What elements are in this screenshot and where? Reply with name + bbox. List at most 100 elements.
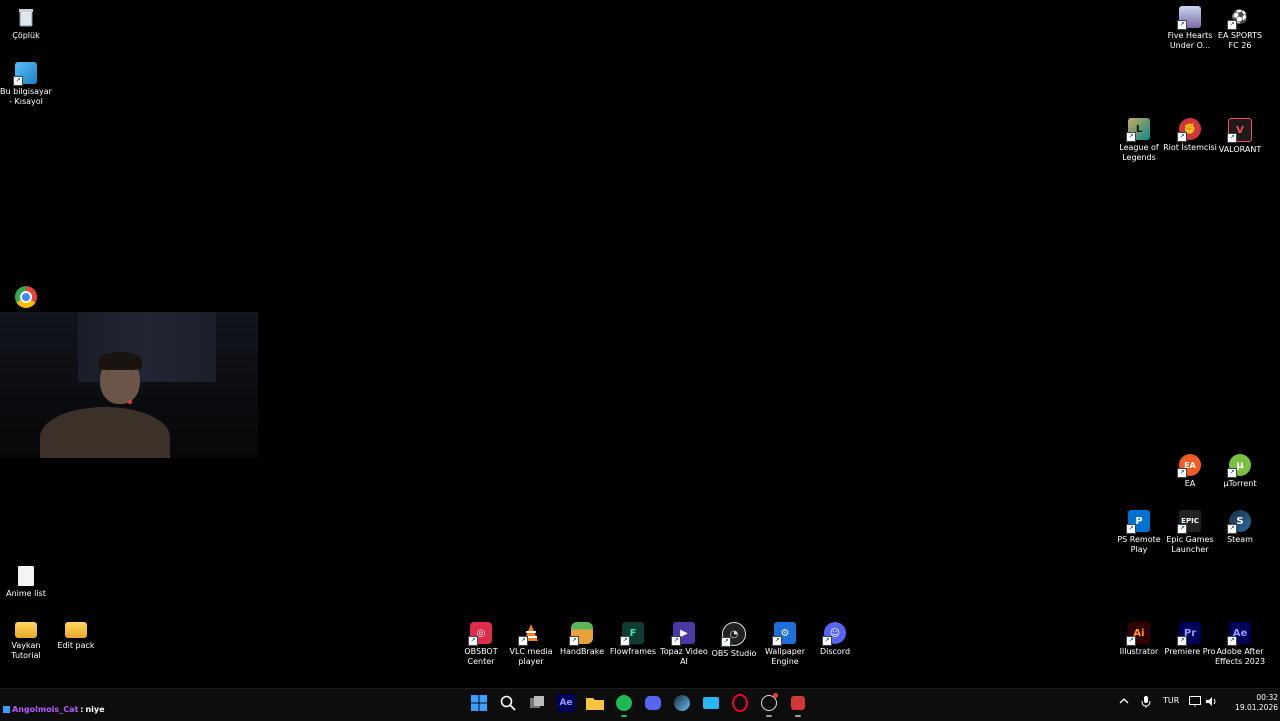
- opera-icon: [732, 694, 748, 712]
- wallpaper-engine-shortcut[interactable]: ⚙ ↗ Wallpaper Engine: [759, 622, 811, 667]
- valorant-icon: V ↗: [1227, 118, 1252, 143]
- pineapple-icon: ↗: [569, 622, 593, 646]
- show-hidden-icons-button[interactable]: [1119, 696, 1129, 706]
- notification-dot: [773, 693, 778, 698]
- edit-pack-label: Edit pack: [57, 641, 95, 650]
- chrome-shortcut[interactable]: [0, 286, 52, 308]
- taskbar-discord[interactable]: [642, 692, 664, 714]
- webcam-red-light: [128, 400, 132, 404]
- network-button[interactable]: [1189, 696, 1201, 707]
- topaz-icon: ▶ ↗: [671, 622, 695, 646]
- anime-game-icon: ↗: [1177, 6, 1201, 30]
- start-button[interactable]: [468, 692, 490, 714]
- clock-date: 19.01.2026: [1235, 703, 1278, 712]
- after-effects-shortcut[interactable]: Ae ↗ Adobe After Effects 2023: [1214, 622, 1266, 667]
- epic-games-label: Epic Games Launcher: [1166, 535, 1214, 554]
- taskbar-remote-desktop[interactable]: [700, 692, 722, 714]
- obsbot-label: OBSBOT Center: [464, 647, 498, 666]
- search-icon: [500, 695, 516, 711]
- discord-icon: [645, 696, 661, 710]
- webcam-person-body: [40, 407, 170, 458]
- this-pc-shortcut[interactable]: ↗ Bu bilgisayar - Kısayol: [0, 62, 52, 107]
- this-pc-label: Bu bilgisayar - Kısayol: [0, 87, 52, 106]
- speaker-icon: [1206, 697, 1216, 706]
- folder-icon: [586, 698, 604, 710]
- edit-pack-folder[interactable]: Edit pack: [50, 622, 102, 651]
- epic-games-icon: EPIC ↗: [1177, 510, 1201, 534]
- premiere-pro-label: Premiere Pro: [1164, 647, 1216, 656]
- illustrator-shortcut[interactable]: Ai ↗ Illustrator: [1113, 622, 1165, 657]
- valorant-shortcut[interactable]: V ↗ VALORANT: [1214, 118, 1266, 155]
- obs-studio-shortcut[interactable]: ◔ ↗ OBS Studio: [708, 622, 760, 659]
- chrome-icon: [15, 286, 37, 308]
- text-file-icon: [18, 566, 34, 586]
- taskbar-obs[interactable]: [758, 692, 780, 717]
- epic-games-shortcut[interactable]: EPIC ↗ Epic Games Launcher: [1164, 510, 1216, 555]
- flowframes-shortcut[interactable]: F ↗ Flowframes: [607, 622, 659, 657]
- discord-label: Discord: [819, 647, 851, 656]
- folder-icon: [15, 622, 37, 638]
- utorrent-icon: µ ↗: [1227, 454, 1251, 478]
- premiere-pro-shortcut[interactable]: Pr ↗ Premiere Pro: [1164, 622, 1216, 657]
- league-of-legends-shortcut[interactable]: L ↗ League of Legends: [1113, 118, 1165, 163]
- taskbar-riot-client[interactable]: [787, 692, 809, 717]
- steam-shortcut[interactable]: S ↗ Steam: [1214, 510, 1266, 545]
- language-text: TUR: [1163, 696, 1180, 705]
- wallpaper-engine-icon: ⚙ ↗: [772, 622, 796, 646]
- recycle-bin-shortcut[interactable]: Çöplük: [0, 6, 52, 41]
- discord-shortcut[interactable]: ☺ ↗ Discord: [809, 622, 861, 657]
- taskbar-spotify[interactable]: [613, 692, 635, 717]
- clock[interactable]: 00:32 19.01.2026: [1224, 693, 1278, 713]
- obsbot-shortcut[interactable]: ◎ ↗ OBSBOT Center: [455, 622, 507, 667]
- search-button[interactable]: [497, 692, 519, 714]
- microphone-button[interactable]: [1141, 696, 1151, 708]
- recycle-bin-label: Çöplük: [12, 31, 40, 40]
- playstation-icon: P ↗: [1126, 510, 1150, 534]
- handbrake-shortcut[interactable]: ↗ HandBrake: [556, 622, 608, 657]
- riot-client-shortcut[interactable]: ✊ ↗ Riot İstemcisi: [1163, 118, 1217, 153]
- taskbar-file-explorer[interactable]: [584, 692, 606, 714]
- anime-list-shortcut[interactable]: Anime list: [0, 566, 52, 599]
- taskbar-opera[interactable]: [729, 692, 751, 714]
- steam-label: Steam: [1227, 535, 1253, 544]
- chevron-up-icon: [1119, 698, 1129, 704]
- discord-icon: ☺ ↗: [822, 622, 846, 646]
- soccer-player-icon: ⚽ ↗: [1227, 6, 1251, 30]
- running-indicator: [795, 715, 801, 717]
- flowframes-icon: F ↗: [620, 622, 644, 646]
- vlc-shortcut[interactable]: ↗ VLC media player: [505, 622, 557, 667]
- obs-studio-label: OBS Studio: [711, 649, 757, 658]
- five-hearts-shortcut[interactable]: ↗ Five Hearts Under O...: [1164, 6, 1216, 51]
- vaykan-tutorial-folder[interactable]: Vaykan Tutorial: [0, 622, 52, 661]
- taskbar-steam[interactable]: [671, 692, 693, 714]
- five-hearts-label: Five Hearts Under O...: [1167, 31, 1213, 50]
- vaykan-tutorial-label: Vaykan Tutorial: [11, 641, 41, 660]
- webcam-background: [78, 312, 216, 382]
- ps-remote-play-shortcut[interactable]: P ↗ PS Remote Play: [1113, 510, 1165, 555]
- utorrent-shortcut[interactable]: µ ↗ µTorrent: [1214, 454, 1266, 489]
- language-indicator[interactable]: TUR: [1163, 696, 1179, 705]
- ea-app-shortcut[interactable]: EA ↗ EA: [1164, 454, 1216, 489]
- recycle-bin-icon: [15, 6, 37, 28]
- chat-platform-icon: [3, 706, 10, 713]
- webcam-person-hair: [98, 352, 142, 370]
- taskbar-after-effects[interactable]: Ae: [557, 694, 575, 712]
- topaz-video-ai-shortcut[interactable]: ▶ ↗ Topaz Video AI: [658, 622, 710, 667]
- illustrator-icon: Ai ↗: [1126, 622, 1150, 646]
- vlc-label: VLC media player: [509, 647, 553, 666]
- clock-time: 00:32: [1256, 693, 1278, 702]
- stream-chat-message: Angolmois_Cat : niye: [3, 705, 105, 714]
- task-view-button[interactable]: [526, 692, 548, 714]
- computer-icon: ↗: [13, 62, 37, 86]
- riot-fist-icon: [791, 696, 805, 710]
- after-effects-icon: Ae ↗: [1227, 622, 1251, 646]
- ea-fc-shortcut[interactable]: ⚽ ↗ EA SPORTS FC 26: [1214, 6, 1266, 51]
- league-of-legends-label: League of Legends: [1119, 143, 1159, 162]
- spotify-icon: [616, 695, 632, 711]
- utorrent-label: µTorrent: [1223, 479, 1257, 488]
- ea-app-label: EA: [1184, 479, 1196, 488]
- topaz-video-ai-label: Topaz Video AI: [660, 647, 708, 666]
- chat-username: Angolmois_Cat: [12, 705, 79, 714]
- volume-button[interactable]: [1206, 696, 1218, 707]
- chat-text: niye: [85, 705, 105, 714]
